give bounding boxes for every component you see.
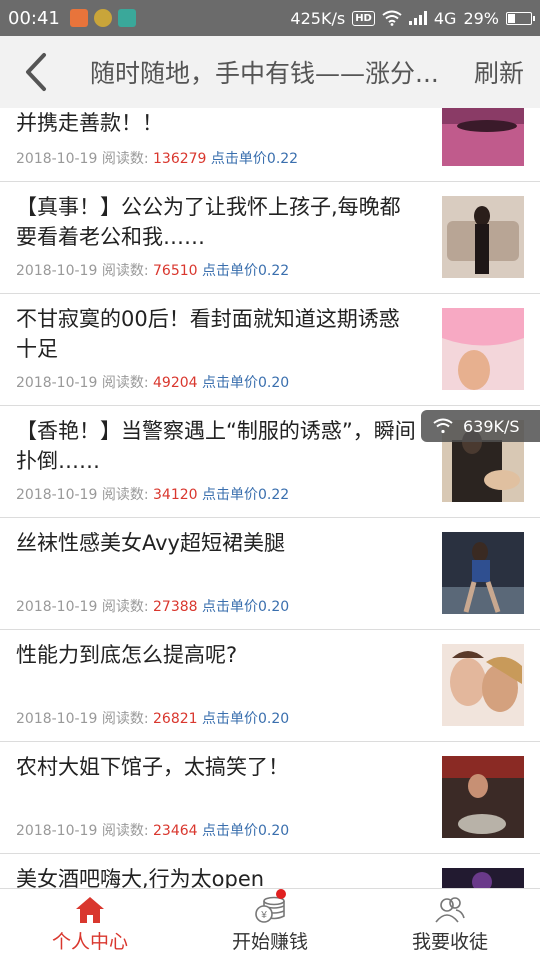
article-thumbnail [442,644,524,726]
back-button[interactable] [0,36,72,108]
reads-label: 阅读数: [101,375,149,391]
click-price: 点击单价0.22 [202,263,290,279]
nav-label: 我要收徒 [411,930,488,953]
article-title: 丝袜性感美女Avy超短裙美腿 [16,531,285,555]
reads-label: 阅读数: [101,599,149,615]
page-title: 随时随地，手中有钱——涨分... [90,59,439,88]
article-title: 不甘寂寞的00后！看封面就知道这期诱惑十足 [16,307,400,361]
network-type: 4G [433,8,457,28]
article-meta: 2018-10-19 阅读数: 49204 点击单价0.20 [16,372,289,392]
article-meta: 2018-10-19 阅读数: 27388 点击单价0.20 [16,596,289,616]
battery-percent: 29% [463,8,499,28]
article-date: 2018-10-19 [16,711,98,727]
article-item[interactable]: 并携走善款！！ 2018-10-19 阅读数: 136279 点击单价0.22 [0,108,540,182]
net-speed: 425K/s [290,8,346,28]
reads-count: 34120 [153,487,198,503]
top-header: 随时随地，手中有钱——涨分... 刷新 [0,36,540,108]
reads-count: 136279 [153,151,207,167]
article-meta: 2018-10-19 阅读数: 23464 点击单价0.20 [16,820,289,840]
reads-label: 阅读数: [101,487,149,503]
article-thumbnail [442,108,524,166]
nav-label: 开始赚钱 [231,930,308,953]
article-date: 2018-10-19 [16,487,98,503]
article-item[interactable]: 丝袜性感美女Avy超短裙美腿 2018-10-19 阅读数: 27388 点击单… [0,518,540,630]
reads-label: 阅读数: [101,823,149,839]
speed-value: 639K/S [463,416,520,436]
wifi-icon [382,10,402,26]
yellow-app-icon [93,9,112,27]
article-thumbnail [442,308,524,390]
home-icon [76,896,104,923]
article-date: 2018-10-19 [16,151,98,167]
reads-label: 阅读数: [101,263,149,279]
article-meta: 2018-10-19 阅读数: 136279 点击单价0.22 [16,148,298,168]
wifi-icon [433,418,453,434]
article-title: 性能力到底怎么提高呢? [16,643,238,667]
reads-count: 23464 [153,823,198,839]
article-thumbnail [442,868,524,888]
click-price: 点击单价0.20 [202,823,290,839]
status-bar: 00:41 425K/s HD 4G 29% [0,0,540,36]
reads-count: 76510 [153,263,198,279]
article-list[interactable]: 并携走善款！！ 2018-10-19 阅读数: 136279 点击单价0.22 … [0,108,540,888]
chevron-left-icon [26,53,46,91]
nav-personal-center[interactable]: 个人中心 [0,889,180,960]
article-thumbnail [442,532,524,614]
article-date: 2018-10-19 [16,263,98,279]
article-thumbnail [442,196,524,278]
article-date: 2018-10-19 [16,823,98,839]
svg-text:¥: ¥ [260,910,267,921]
article-item[interactable]: 性能力到底怎么提高呢? 2018-10-19 阅读数: 26821 点击单价0.… [0,630,540,742]
reads-label: 阅读数: [101,151,149,167]
article-meta: 2018-10-19 阅读数: 76510 点击单价0.22 [16,260,289,280]
click-price: 点击单价0.20 [202,711,290,727]
coins-icon: ¥ [255,896,285,923]
article-title: 【真事！】公公为了让我怀上孩子,每晚都要看着老公和我…… [16,195,401,249]
nav-start-earning[interactable]: ¥ 开始赚钱 [180,889,360,960]
reads-count: 49204 [153,375,198,391]
refresh-button[interactable]: 刷新 [460,54,540,90]
article-title: 并携走善款！！ [16,111,163,135]
article-thumbnail [442,756,524,838]
notification-dot [276,889,286,899]
article-item[interactable]: 美女酒吧嗨大,行为太open [0,854,540,888]
article-meta: 2018-10-19 阅读数: 34120 点击单价0.22 [16,484,289,504]
article-title: 美女酒吧嗨大,行为太open [16,867,265,888]
click-price: 点击单价0.20 [202,599,290,615]
signal-icon [408,11,427,25]
reads-label: 阅读数: [101,711,149,727]
battery-icon [506,11,535,25]
article-meta: 2018-10-19 阅读数: 26821 点击单价0.20 [16,708,289,728]
article-title: 【香艳！】当警察遇上“制服的诱惑”，瞬间扑倒…… [16,419,416,473]
orange-app-icon [69,9,88,27]
article-item[interactable]: 不甘寂寞的00后！看封面就知道这期诱惑十足 2018-10-19 阅读数: 49… [0,294,540,406]
article-title: 农村大姐下馆子，太搞笑了！ [16,755,289,779]
article-item[interactable]: 【真事！】公公为了让我怀上孩子,每晚都要看着老公和我…… 2018-10-19 … [0,182,540,294]
nav-recruit-apprentice[interactable]: 我要收徒 [360,889,540,960]
hd-badge: HD [352,10,375,26]
article-date: 2018-10-19 [16,599,98,615]
reads-count: 27388 [153,599,198,615]
status-time: 00:41 [8,7,60,29]
speed-widget[interactable]: 639K/S [421,410,540,442]
teal-app-icon [117,9,136,27]
bottom-nav: 个人中心 ¥ 开始赚钱 我要收徒 [0,888,540,960]
article-item[interactable]: 农村大姐下馆子，太搞笑了！ 2018-10-19 阅读数: 23464 点击单价… [0,742,540,854]
click-price: 点击单价0.22 [210,151,299,167]
click-price: 点击单价0.22 [202,487,290,503]
article-date: 2018-10-19 [16,375,98,391]
users-icon [435,896,465,923]
nav-label: 个人中心 [51,930,128,953]
reads-count: 26821 [153,711,198,727]
click-price: 点击单价0.20 [202,375,290,391]
